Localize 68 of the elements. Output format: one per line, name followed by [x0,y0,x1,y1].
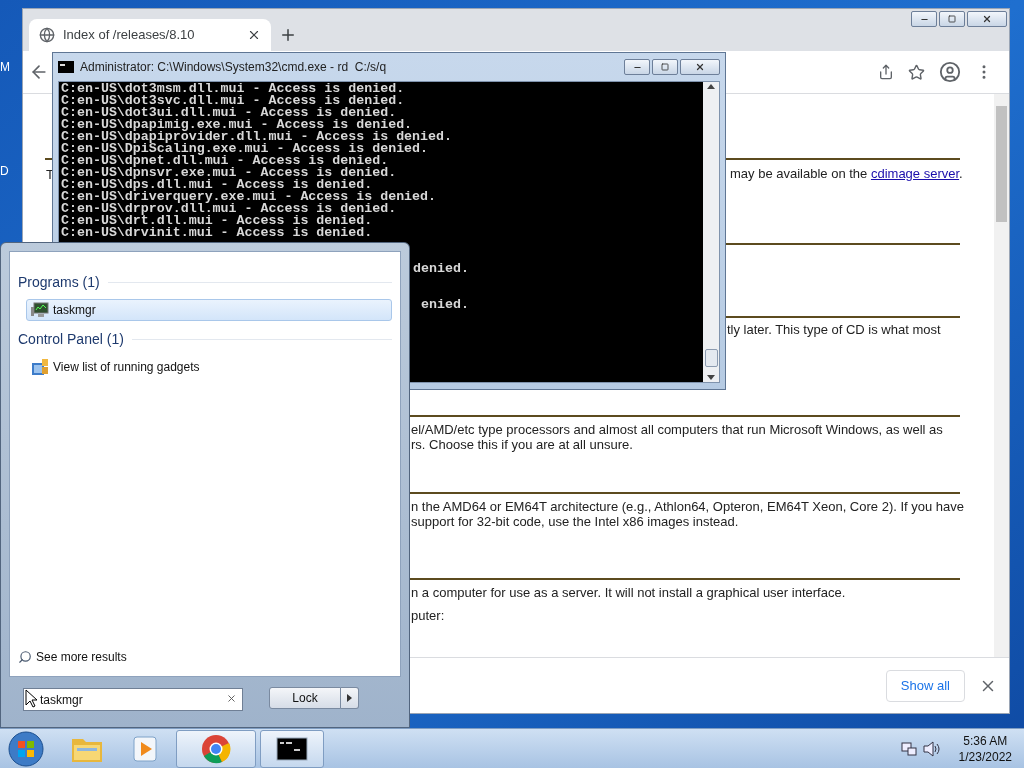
page-text: may be available on the cdimage server. [730,166,963,181]
power-options-button[interactable] [341,687,359,709]
cdimage-link[interactable]: cdimage server [870,166,960,181]
window-title: Administrator: C:\Windows\System32\cmd.exe - rd C:/s/q [80,59,388,76]
up-arrow-icon[interactable] [707,84,715,89]
star-icon[interactable] [908,63,925,81]
console-line: C:en-US\dpapiprovider.dll.mui - Access is denied. [61,131,452,143]
console-line: C:en-US\dpnsvr.exe.mui - Access is denied. [61,167,397,179]
speaker-icon[interactable] [922,740,941,757]
caret-icon [347,694,352,702]
close-icon[interactable] [982,14,992,24]
page-text: el/AMD/etc type processors and almost all computers that run Microsoft Windows, as well as [411,422,943,437]
page-text: rs. Choose this if you are at all unsure. [411,437,633,452]
console-line: denied. [413,263,469,275]
search-icon [18,650,32,664]
browser-tab[interactable]: Index of /releases/8.10 [29,19,271,51]
console-icon [276,736,308,761]
monitor-icon [31,302,49,318]
chrome-icon [201,733,231,764]
console-line: C:en-US\drprov.dll.mui - Access is denied. [61,203,397,215]
new-tab-icon[interactable] [279,26,297,44]
group-heading: Control Panel (1) [18,330,124,349]
clear-icon[interactable] [226,692,237,704]
console-line: C:en-US\dot3svc.dll.mui - Access is denied. [61,95,405,107]
search-result[interactable]: taskmgr [26,299,392,321]
show-all-button[interactable]: Show all [885,669,965,702]
clock[interactable]: 5:36 AM 1/23/2022 [958,732,1012,765]
mouse-pointer-icon [25,688,37,708]
desktop-icon-label: D [0,163,9,180]
console-line: C:en-US\driverquery.exe.mui - Access is denied. [61,191,437,203]
console-line: C:en-US\dpnet.dll.mui - Access is denied. [61,155,389,167]
console-line: C:en-US\drt.dll.mui - Access is denied. [61,215,373,227]
search-field[interactable]: taskmgr [23,688,243,711]
page-text: puter: [411,608,445,623]
close-icon[interactable] [695,62,705,72]
console-line: C:en-US\DpiScaling.exe.mui - Access is denied. [61,143,429,155]
media-player-icon [131,734,159,763]
desktop-icon-label: M [0,59,10,76]
scrollbar[interactable] [994,94,1009,657]
maximize-icon[interactable] [948,15,956,23]
group-heading: Programs (1) [18,273,100,292]
console-line: C:en-US\dot3msm.dll.mui - Access is denied. [61,83,405,95]
page-text: tly later. This type of CD is what most [727,322,941,337]
scroll-thumb[interactable] [704,349,718,367]
scrollbar[interactable] [703,82,719,382]
see-more-results-link[interactable]: See more results [18,648,127,666]
globe-icon [39,27,55,43]
tab-title: Index of /releases/8.10 [63,26,196,45]
network-icon[interactable] [900,740,917,757]
start-button[interactable] [6,729,46,768]
console-line: C:en-US\drvinit.mui - Access is denied. [61,227,373,239]
console-line: C:en-US\dot3ui.dll.mui - Access is denied. [61,107,397,119]
lock-button[interactable]: Lock [269,687,341,709]
search-result[interactable]: View list of running gadgets [26,356,392,378]
console-line: C:en-US\dps.dll.mui - Access is denied. [61,179,373,191]
console-icon [58,61,74,73]
share-icon[interactable] [878,64,894,80]
page-text: support for 32-bit code, use the Intel x86 images instead. [411,514,739,529]
console-line: C:en-US\dpapimig.exe.mui - Access is denied. [61,119,413,131]
page-text: n the AMD64 or EM64T architecture (e.g., Athlon64, Opteron, EM64T Xeon, Core 2). If you have [411,499,965,514]
profile-icon[interactable] [939,61,961,83]
taskbar-button[interactable] [260,729,324,768]
console-line: enied. [421,299,469,311]
close-icon[interactable] [247,28,261,42]
down-arrow-icon[interactable] [707,375,715,380]
maximize-icon[interactable] [661,63,669,71]
page-text: n a computer for use as a server. It will not install a graphical user interface. [411,585,846,600]
gadgets-icon [31,358,49,376]
